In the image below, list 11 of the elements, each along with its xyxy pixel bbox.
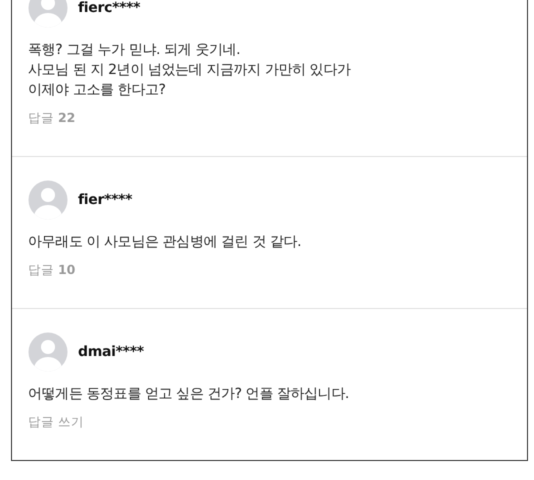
reply-link[interactable]: 답글 쓰기: [28, 414, 84, 431]
reply-link[interactable]: 답글 22: [28, 110, 76, 127]
username: dmai****: [78, 344, 144, 360]
avatar-icon: [28, 180, 68, 220]
username: fierc****: [78, 0, 140, 16]
comment-text: 폭행? 그걸 누가 믿냐. 되게 웃기네. 사모님 된 지 2년이 넘었는데 지금까지 가만히 있다가 이제야 고소를 한다고?: [28, 41, 352, 100]
comment-text: 어떻게든 동정표를 얻고 싶은 건가? 언플 잘하십니다.: [28, 385, 350, 404]
username: fier****: [78, 192, 132, 208]
avatar-icon: [28, 332, 68, 372]
comment-text: 아무래도 이 사모님은 관심병에 걸린 것 같다.: [28, 233, 302, 252]
reply-link[interactable]: 답글 10: [28, 262, 76, 279]
